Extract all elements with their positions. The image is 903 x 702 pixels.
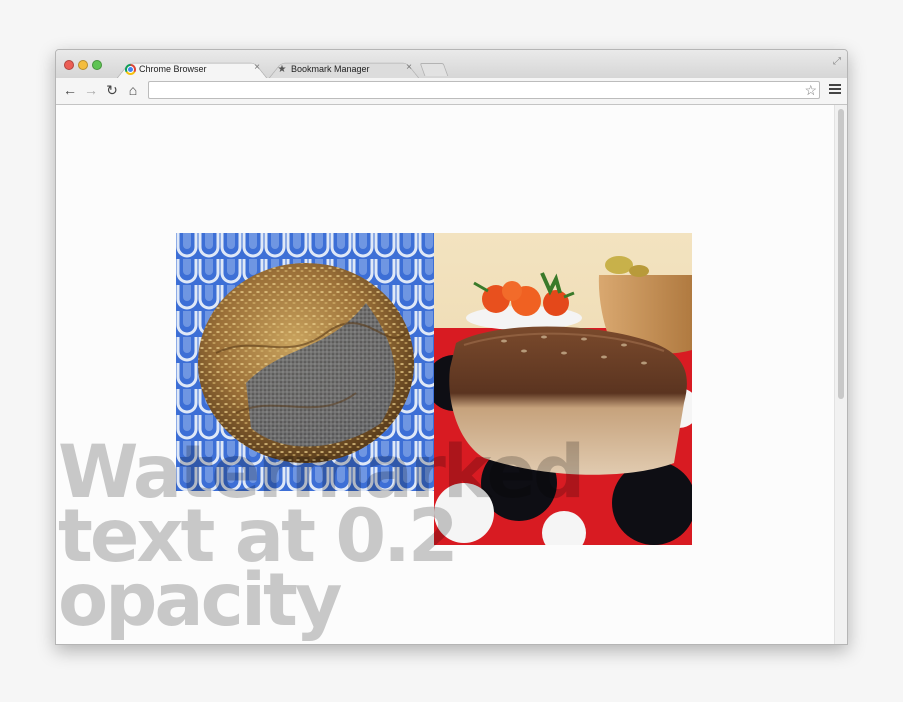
forward-icon[interactable]: → [83, 82, 99, 98]
address-bar[interactable]: ☆ [148, 81, 820, 99]
close-tab-icon[interactable]: × [254, 62, 260, 73]
menu-icon[interactable] [829, 82, 841, 94]
zoom-window-button[interactable] [92, 60, 102, 70]
tab-title: Bookmark Manager [291, 64, 370, 74]
tab-strip: Chrome Browser × ★ Bookmark Manager × ⤢ [56, 50, 847, 79]
tab-bookmark-manager[interactable]: ★ Bookmark Manager × [268, 59, 420, 79]
tab-title: Chrome Browser [139, 64, 207, 74]
back-icon[interactable]: ← [62, 82, 78, 98]
fullscreen-icon[interactable]: ⤢ [833, 56, 841, 67]
scrollbar-thumb[interactable] [838, 109, 844, 399]
star-icon: ★ [277, 63, 287, 75]
new-tab-button[interactable] [419, 63, 449, 76]
reload-icon[interactable]: ↻ [104, 82, 120, 98]
chrome-logo-icon [124, 63, 136, 75]
window-controls [64, 60, 102, 70]
minimize-window-button[interactable] [78, 60, 88, 70]
bookmark-star-icon[interactable]: ☆ [804, 82, 817, 99]
browser-window: Chrome Browser × ★ Bookmark Manager × ⤢ … [55, 49, 848, 645]
vertical-scrollbar[interactable] [834, 105, 847, 644]
close-window-button[interactable] [64, 60, 74, 70]
page-content: Watermarked text at 0.2 opacity [56, 105, 835, 644]
tab-chrome-browser[interactable]: Chrome Browser × [116, 59, 268, 79]
close-tab-icon[interactable]: × [406, 62, 412, 73]
toolbar: ← → ↻ ⌂ ☆ [56, 78, 847, 105]
bread-photo-right [434, 233, 692, 545]
home-icon[interactable]: ⌂ [125, 82, 141, 98]
bread-photo-left [176, 233, 434, 491]
